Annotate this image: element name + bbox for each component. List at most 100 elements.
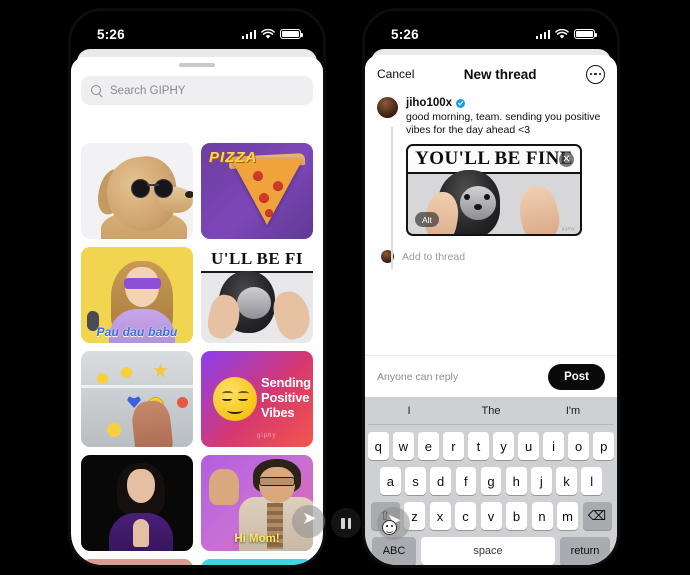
giphy-results-grid[interactable]: PIZZA Pau dau babu U'LL BE FI Sending Po… bbox=[81, 143, 313, 565]
username-row: jiho100x bbox=[406, 97, 605, 109]
status-time: 5:26 bbox=[391, 26, 419, 42]
gif-tile-emoji-toys[interactable] bbox=[81, 351, 193, 447]
key-s[interactable]: s bbox=[405, 467, 426, 495]
verified-badge-icon bbox=[456, 98, 466, 108]
username[interactable]: jiho100x bbox=[406, 97, 452, 109]
screenshot-stage: 5:26 Search GIPHY PIZZA Pau dau babu U'L… bbox=[0, 0, 690, 575]
search-input[interactable]: Search GIPHY bbox=[81, 76, 313, 105]
prediction-bar: I The I'm bbox=[368, 397, 614, 425]
add-to-thread-row[interactable]: Add to thread bbox=[377, 250, 605, 263]
left-phone-screen: 5:26 Search GIPHY PIZZA Pau dau babu U'L… bbox=[71, 11, 323, 565]
vibes-line-2: Positive bbox=[261, 390, 310, 405]
keyboard-row-2: a s d f g h j k l bbox=[368, 467, 614, 495]
pause-icon[interactable] bbox=[331, 508, 361, 538]
key-c[interactable]: c bbox=[455, 502, 476, 530]
key-j[interactable]: j bbox=[531, 467, 552, 495]
gif-tile-partial-b[interactable] bbox=[201, 559, 313, 565]
keyboard-row-1: q w e r t y u i o p bbox=[368, 432, 614, 460]
right-phone-frame: 5:26 Cancel New thread jiho100x good mor… bbox=[362, 8, 620, 568]
key-k[interactable]: k bbox=[556, 467, 577, 495]
key-w[interactable]: w bbox=[393, 432, 414, 460]
cancel-button[interactable]: Cancel bbox=[377, 67, 414, 81]
alt-text-badge[interactable]: Alt bbox=[415, 212, 439, 227]
left-phone-frame: 5:26 Search GIPHY PIZZA Pau dau babu U'L… bbox=[68, 8, 326, 568]
key-d[interactable]: d bbox=[430, 467, 451, 495]
gif-tile-sending-positive-vibes[interactable]: Sending Positive Vibes giphy bbox=[201, 351, 313, 447]
key-l[interactable]: l bbox=[581, 467, 603, 495]
gif-tile-dog-sunglasses[interactable] bbox=[81, 143, 193, 239]
avatar[interactable] bbox=[377, 97, 398, 118]
key-r[interactable]: r bbox=[443, 432, 464, 460]
gif-tile-label: Pau dau babu bbox=[96, 325, 178, 339]
status-time: 5:26 bbox=[97, 26, 125, 42]
space-key[interactable]: space bbox=[421, 537, 555, 565]
key-n[interactable]: n bbox=[531, 502, 553, 530]
battery-icon bbox=[574, 28, 598, 40]
page-title: New thread bbox=[463, 66, 537, 82]
fine-tile-caption: U'LL BE FI bbox=[211, 249, 303, 268]
status-bar-left: 5:26 bbox=[71, 11, 323, 49]
reply-setting-label[interactable]: Anyone can reply bbox=[377, 371, 458, 383]
key-i[interactable]: i bbox=[543, 432, 564, 460]
pizza-tile-title: PIZZA bbox=[209, 149, 258, 166]
keyboard-row-4: ABC space return bbox=[368, 537, 614, 565]
key-x[interactable]: x bbox=[429, 502, 451, 530]
cursor-arrow-smiley-icon: ➤ bbox=[377, 507, 410, 540]
giphy-sheet: Search GIPHY PIZZA Pau dau babu U'LL BE … bbox=[71, 57, 323, 565]
key-q[interactable]: q bbox=[368, 432, 389, 460]
thread-connector-line bbox=[391, 127, 393, 269]
post-row: jiho100x good morning, team. sending you… bbox=[377, 97, 605, 236]
prediction-1[interactable]: The bbox=[450, 405, 532, 417]
vibes-line-1: Sending bbox=[261, 375, 311, 390]
vibes-line-3: Vibes bbox=[261, 405, 295, 420]
composer-footer: Anyone can reply Post bbox=[365, 355, 617, 397]
sheet-grabber[interactable] bbox=[179, 63, 215, 67]
post-text[interactable]: good morning, team. sending you positive… bbox=[406, 111, 605, 137]
gif-tile-girl-sunglasses[interactable]: Pau dau babu bbox=[81, 247, 193, 343]
status-icons bbox=[535, 28, 598, 40]
gif-tile-hi-mom[interactable]: Hi Mom! bbox=[201, 455, 313, 551]
wifi-icon bbox=[555, 28, 569, 39]
key-m[interactable]: m bbox=[557, 502, 578, 530]
abc-key[interactable]: ABC bbox=[372, 537, 416, 565]
gif-tile-label: Hi Mom! bbox=[234, 533, 280, 545]
gif-tile-pizza[interactable]: PIZZA bbox=[201, 143, 313, 239]
status-bar-right: 5:26 bbox=[365, 11, 617, 49]
gif-attachment[interactable]: YOU'LL BE FINE Alt ✕ giphy bbox=[406, 144, 582, 236]
giphy-watermark: giphy bbox=[561, 226, 575, 231]
key-v[interactable]: v bbox=[480, 502, 502, 530]
status-icons bbox=[241, 28, 304, 40]
key-a[interactable]: a bbox=[379, 467, 401, 495]
key-p[interactable]: p bbox=[593, 432, 614, 460]
more-options-icon[interactable] bbox=[585, 64, 605, 84]
key-t[interactable]: t bbox=[468, 432, 489, 460]
gif-tile-partial-a[interactable] bbox=[81, 559, 193, 565]
key-u[interactable]: u bbox=[518, 432, 539, 460]
wifi-icon bbox=[261, 28, 275, 39]
gif-tile-woman-praying[interactable] bbox=[81, 455, 193, 551]
composer-body: jiho100x good morning, team. sending you… bbox=[365, 93, 617, 269]
return-key[interactable]: return bbox=[560, 537, 610, 565]
gif-tile-youll-be-fine[interactable]: U'LL BE FI bbox=[201, 247, 313, 343]
cursor-arrow-icon: ➤ bbox=[292, 505, 325, 538]
on-screen-keyboard[interactable]: I The I'm q w e r t y u i o p a s d f g … bbox=[365, 397, 617, 565]
right-phone-screen: 5:26 Cancel New thread jiho100x good mor… bbox=[365, 11, 617, 565]
battery-icon bbox=[280, 28, 304, 40]
add-to-thread-label: Add to thread bbox=[402, 250, 466, 263]
search-icon bbox=[91, 84, 103, 97]
key-f[interactable]: f bbox=[455, 467, 477, 495]
key-o[interactable]: o bbox=[568, 432, 589, 460]
cellular-signal-icon bbox=[241, 29, 256, 39]
key-b[interactable]: b bbox=[506, 502, 527, 530]
key-h[interactable]: h bbox=[505, 467, 527, 495]
giphy-watermark: giphy bbox=[257, 433, 277, 439]
prediction-0[interactable]: I bbox=[368, 405, 450, 417]
post-button[interactable]: Post bbox=[548, 363, 605, 390]
close-icon[interactable]: ✕ bbox=[559, 152, 574, 167]
key-e[interactable]: e bbox=[418, 432, 439, 460]
delete-key[interactable]: ⌫ bbox=[582, 502, 612, 530]
key-g[interactable]: g bbox=[480, 467, 502, 495]
prediction-2[interactable]: I'm bbox=[532, 405, 614, 417]
new-thread-sheet: Cancel New thread jiho100x good morning,… bbox=[365, 55, 617, 565]
key-y[interactable]: y bbox=[493, 432, 514, 460]
